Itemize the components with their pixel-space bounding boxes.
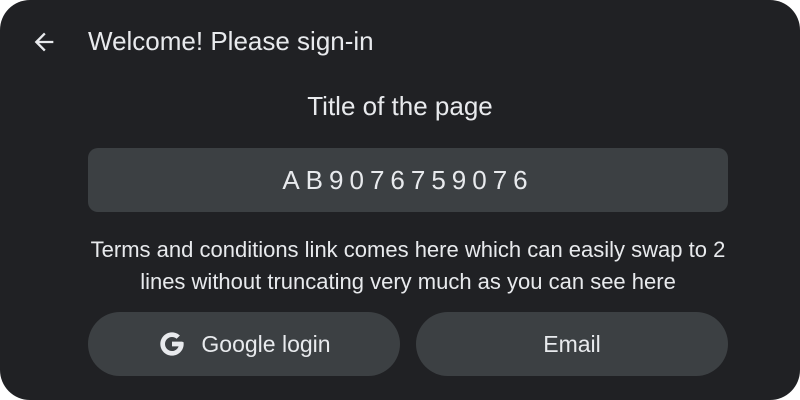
page-title: Title of the page (307, 91, 493, 121)
terms-link[interactable]: Terms and conditions link comes here whi… (88, 234, 728, 298)
email-label: Email (543, 330, 601, 357)
dialog-header: Welcome! Please sign-in (0, 0, 800, 82)
google-icon (157, 329, 187, 359)
code-field[interactable]: AB9076759076 (88, 148, 728, 212)
sign-in-dialog: Welcome! Please sign-in Title of the pag… (0, 0, 800, 400)
header-title: Welcome! Please sign-in (88, 26, 374, 56)
back-button[interactable] (22, 20, 66, 64)
code-value: AB9076759076 (282, 164, 534, 195)
arrow-back-icon (34, 32, 54, 52)
google-login-label: Google login (201, 330, 331, 357)
email-button[interactable]: Email (416, 312, 728, 376)
google-login-button[interactable]: Google login (88, 312, 400, 376)
